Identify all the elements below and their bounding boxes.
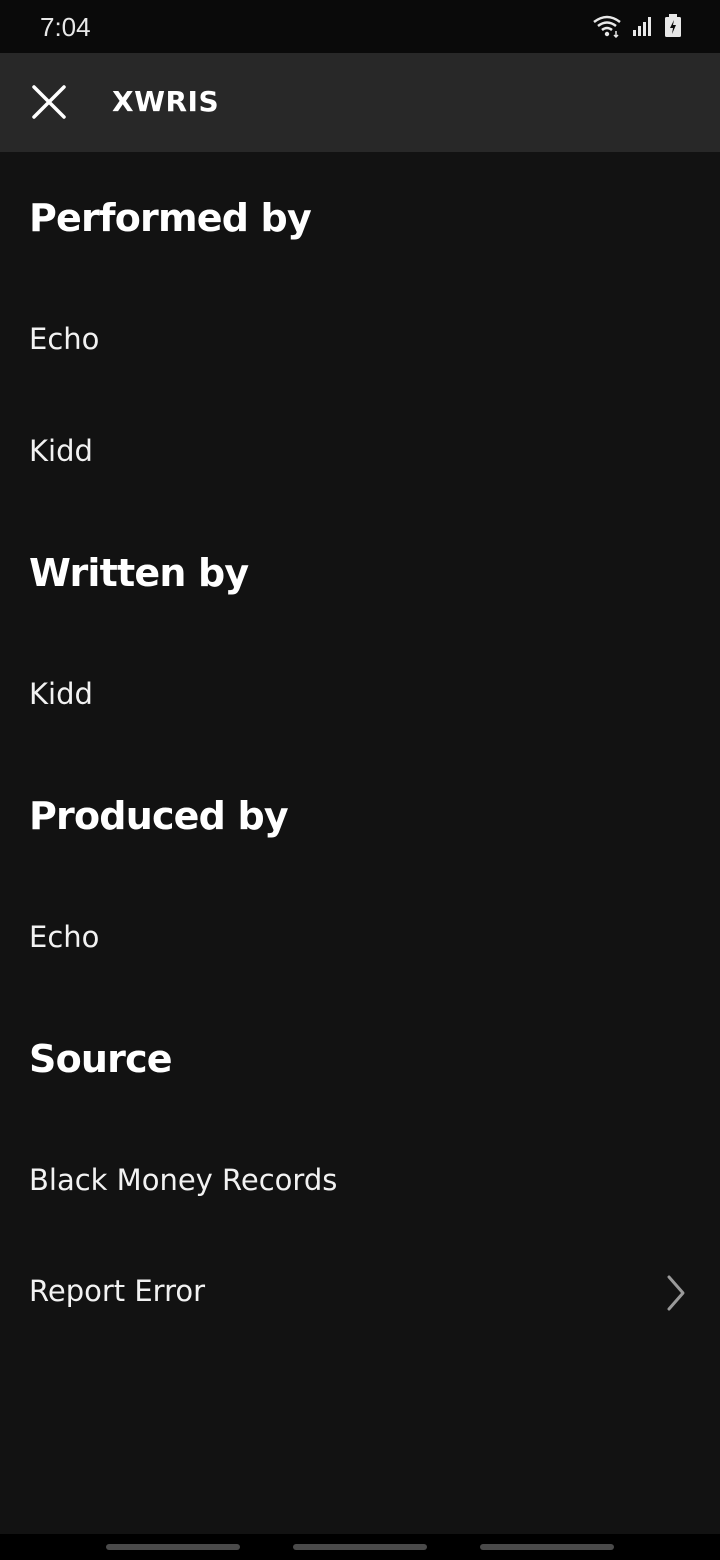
- nav-home-handle[interactable]: [293, 1544, 427, 1550]
- nav-back-handle[interactable]: [480, 1544, 614, 1550]
- wifi-icon: [593, 15, 621, 38]
- status-bar: 7:04: [0, 0, 720, 53]
- credit-item-performer: Kidd: [29, 434, 93, 468]
- page-title: XWRIS: [112, 85, 220, 118]
- produced-by-heading: Produced by: [29, 794, 289, 838]
- nav-recents-handle[interactable]: [106, 1544, 240, 1550]
- app-header: XWRIS: [0, 53, 720, 152]
- performed-by-heading: Performed by: [29, 196, 312, 240]
- credit-item-performer: Echo: [29, 322, 100, 356]
- source-heading: Source: [29, 1037, 173, 1081]
- close-button[interactable]: [22, 75, 76, 129]
- credit-item-source: Black Money Records: [29, 1163, 338, 1197]
- status-time: 7:04: [40, 12, 91, 42]
- close-icon: [32, 85, 66, 119]
- credit-item-writer: Kidd: [29, 677, 93, 711]
- report-error-button[interactable]: Report Error: [0, 1236, 720, 1348]
- system-nav-bar: [0, 1534, 720, 1560]
- chevron-right-icon: [667, 1275, 685, 1311]
- credit-item-producer: Echo: [29, 920, 100, 954]
- signal-icon: [633, 17, 651, 36]
- report-error-label: Report Error: [29, 1274, 206, 1308]
- status-icons: [592, 14, 682, 38]
- written-by-heading: Written by: [29, 551, 249, 595]
- battery-icon: [665, 14, 681, 37]
